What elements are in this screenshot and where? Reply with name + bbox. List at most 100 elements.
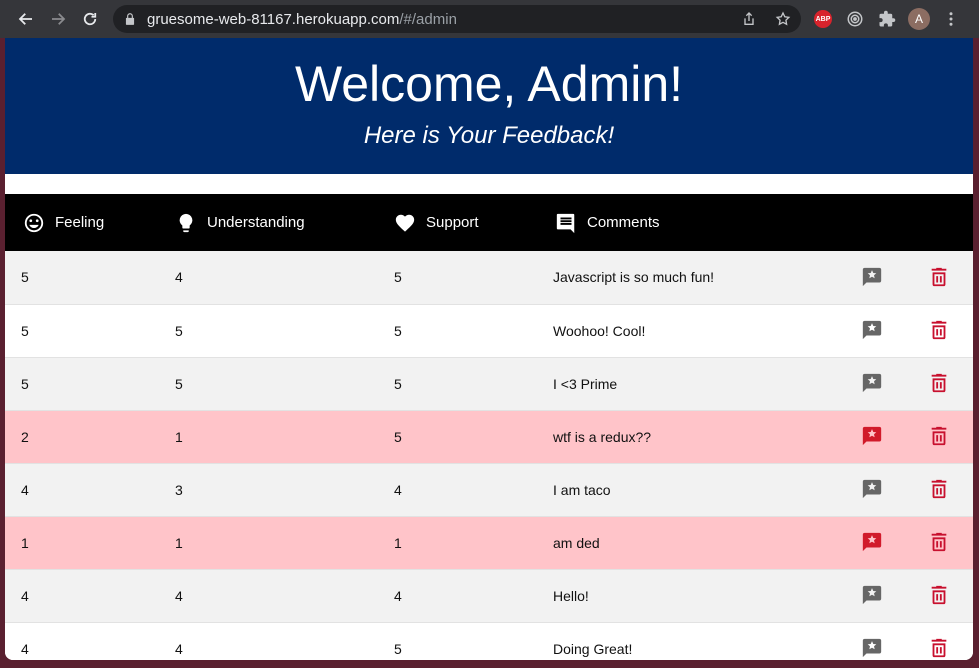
header-flag	[840, 194, 904, 251]
arrow-left-icon	[18, 13, 32, 25]
feedback-table: Feeling Understanding Support Comments 5…	[5, 194, 973, 660]
trash-icon	[931, 479, 946, 499]
page-title: Welcome, Admin!	[294, 56, 684, 112]
cell-delete	[904, 516, 973, 570]
cell-understanding: 1	[165, 410, 384, 464]
cell-feeling: 4	[5, 569, 165, 623]
cell-delete	[904, 463, 973, 517]
flag-button[interactable]	[859, 423, 885, 449]
trash-icon	[931, 267, 946, 286]
cell-comments: I am taco	[543, 463, 840, 517]
cell-understanding: 4	[165, 251, 384, 305]
flag-button[interactable]	[859, 582, 885, 608]
delete-button[interactable]	[926, 635, 952, 660]
table-row: 4 4 4 Hello!	[5, 569, 973, 623]
star-icon[interactable]	[773, 9, 793, 29]
flag-comment-icon	[862, 638, 882, 658]
cell-delete	[904, 357, 973, 411]
flag-button[interactable]	[859, 529, 885, 555]
delete-button[interactable]	[926, 476, 952, 502]
flag-comment-icon	[862, 479, 882, 499]
table-row: 1 1 1 am ded	[5, 516, 973, 570]
cell-comments: am ded	[543, 516, 840, 570]
arrow-right-icon	[52, 13, 66, 25]
cell-delete	[904, 622, 973, 660]
header-feeling-label: Feeling	[55, 214, 105, 231]
page-subtitle: Here is Your Feedback!	[363, 122, 615, 149]
kebab-menu-icon	[949, 12, 953, 26]
reload-button[interactable]	[74, 0, 106, 38]
cell-understanding: 3	[165, 463, 384, 517]
cell-understanding: 4	[165, 622, 384, 660]
table-header-row: Feeling Understanding Support Comments	[5, 194, 973, 251]
lightbulb-icon	[179, 213, 193, 232]
flag-button[interactable]	[859, 635, 885, 660]
trash-icon	[931, 426, 946, 446]
delete-button[interactable]	[926, 529, 952, 555]
trash-icon	[931, 373, 946, 393]
cell-comments: wtf is a redux??	[543, 410, 840, 464]
cell-flag	[840, 516, 904, 570]
delete-button[interactable]	[926, 264, 952, 290]
avatar: A	[908, 8, 930, 30]
table-row: 2 1 5 wtf is a redux??	[5, 410, 973, 464]
menu-button[interactable]	[939, 7, 963, 31]
cell-support: 5	[384, 251, 543, 305]
cell-understanding: 5	[165, 357, 384, 411]
cell-support: 5	[384, 622, 543, 660]
puzzle-icon[interactable]	[875, 7, 899, 31]
header-understanding-label: Understanding	[207, 214, 305, 231]
flag-button[interactable]	[859, 370, 885, 396]
share-icon[interactable]	[739, 9, 759, 29]
profile-button[interactable]: A	[907, 7, 931, 31]
flag-comment-icon	[862, 532, 882, 552]
cell-flag	[840, 463, 904, 517]
cell-flag	[840, 304, 904, 358]
trash-icon	[931, 585, 946, 605]
cell-flag	[840, 357, 904, 411]
cell-support: 5	[384, 357, 543, 411]
cell-feeling: 5	[5, 357, 165, 411]
table-row: 5 5 5 Woohoo! Cool!	[5, 304, 973, 358]
flag-comment-icon	[862, 373, 882, 393]
cell-feeling: 5	[5, 251, 165, 305]
table-row: 4 4 5 Doing Great!	[5, 622, 973, 660]
delete-button[interactable]	[926, 317, 952, 343]
cell-support: 4	[384, 569, 543, 623]
abp-label: ABP	[814, 10, 832, 28]
delete-button[interactable]	[926, 423, 952, 449]
header-delete	[904, 194, 973, 251]
address-bar[interactable]: gruesome-web-81167.herokuapp.com/#/admin	[113, 5, 801, 33]
delete-button[interactable]	[926, 582, 952, 608]
cell-delete	[904, 304, 973, 358]
cell-comments: Doing Great!	[543, 622, 840, 660]
target-icon[interactable]	[843, 7, 867, 31]
table-row: 4 3 4 I am taco	[5, 463, 973, 517]
lock-icon	[123, 12, 137, 26]
cell-understanding: 5	[165, 304, 384, 358]
adblock-plus-icon[interactable]: ABP	[811, 7, 835, 31]
cell-support: 4	[384, 463, 543, 517]
flag-button[interactable]	[859, 317, 885, 343]
cell-support: 5	[384, 304, 543, 358]
trash-icon	[931, 532, 946, 552]
header-comments-label: Comments	[587, 214, 660, 231]
url-host: gruesome-web-81167.herokuapp.com	[147, 10, 400, 28]
cell-feeling: 2	[5, 410, 165, 464]
heart-icon	[395, 214, 415, 232]
cell-comments: Javascript is so much fun!	[543, 251, 840, 305]
delete-button[interactable]	[926, 370, 952, 396]
page-viewport: Welcome, Admin! Here is Your Feedback! F…	[5, 38, 973, 660]
cell-comments: Woohoo! Cool!	[543, 304, 840, 358]
cell-flag	[840, 622, 904, 660]
cell-feeling: 4	[5, 463, 165, 517]
trash-icon	[931, 320, 946, 340]
forward-button[interactable]	[42, 0, 74, 38]
comment-icon	[556, 213, 575, 233]
header-support: Support	[384, 194, 543, 251]
flag-button[interactable]	[859, 476, 885, 502]
back-button[interactable]	[10, 0, 42, 38]
url-path: /#/admin	[399, 10, 457, 28]
smiley-icon	[24, 213, 44, 232]
flag-button[interactable]	[859, 264, 885, 290]
